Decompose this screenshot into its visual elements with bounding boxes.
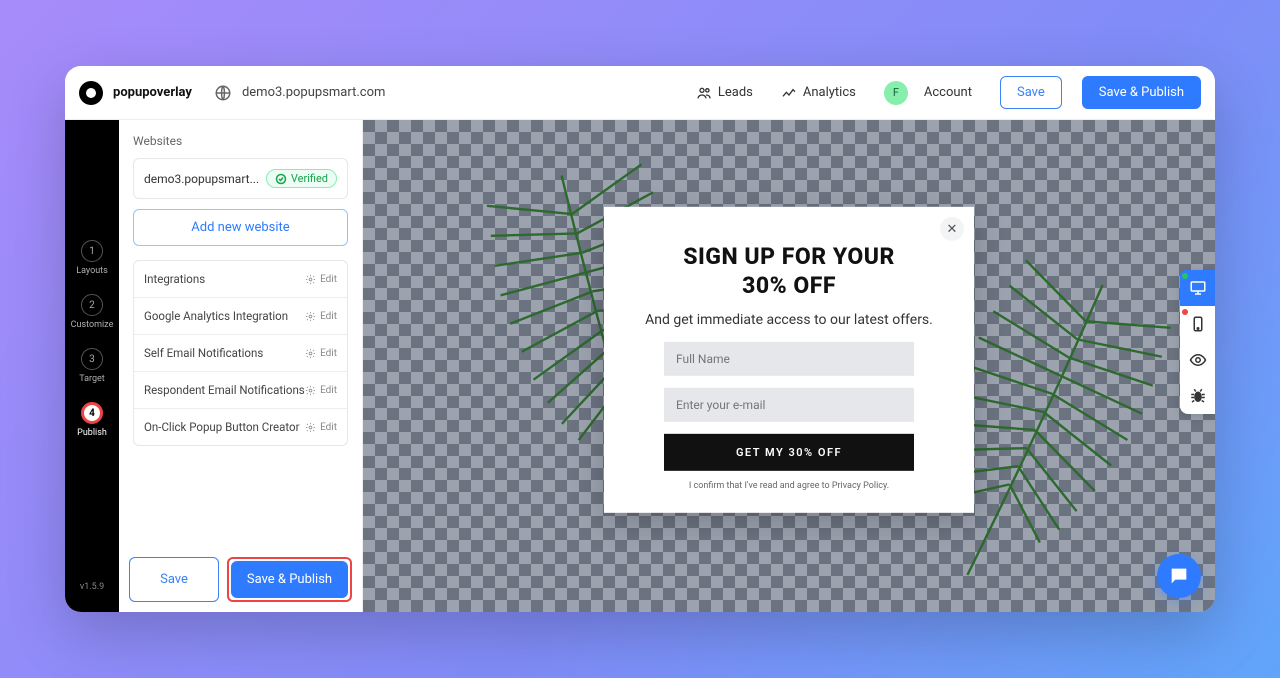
leads-icon [696,85,712,101]
add-website-button[interactable]: Add new website [133,209,348,246]
settings-self-email[interactable]: Self Email Notifications Edit [134,335,347,372]
verified-pill: Verified [266,169,337,188]
gear-icon [305,385,316,396]
save-button-top[interactable]: Save [1000,76,1062,109]
preview-canvas: ✕ SIGN UP FOR YOUR 30% OFF And get immed… [363,120,1215,612]
eye-icon [1189,351,1207,369]
debug-button[interactable] [1180,378,1215,414]
analytics-icon [781,85,797,101]
step-rail: 1 Layouts 2 Customize 3 Target 4 Publish… [65,120,119,612]
desktop-preview-button[interactable] [1180,270,1215,306]
account-avatar[interactable]: F [884,81,908,105]
fullname-input[interactable] [664,342,914,376]
leads-link[interactable]: Leads [696,85,753,101]
save-button-bottom[interactable]: Save [129,557,219,602]
account-label[interactable]: Account [924,85,972,100]
globe-icon [214,84,232,102]
analytics-label: Analytics [803,85,856,100]
step-layouts[interactable]: 1 Layouts [76,240,108,276]
mobile-icon [1189,315,1207,333]
chat-launcher[interactable] [1157,554,1201,598]
popup-privacy-text: I confirm that I've read and agree to Pr… [634,481,944,491]
status-dot-inactive [1182,309,1188,315]
settings-ga[interactable]: Google Analytics Integration Edit [134,298,347,335]
mobile-preview-button[interactable] [1180,306,1215,342]
popup-close-button[interactable]: ✕ [940,217,964,241]
website-name: demo3.popupsmart... [144,172,259,186]
app-logo [79,81,103,105]
save-publish-button-top[interactable]: Save & Publish [1082,76,1201,109]
edit-link[interactable]: Edit [305,274,337,285]
analytics-link[interactable]: Analytics [781,85,856,101]
popup-subtitle: And get immediate access to our latest o… [634,310,944,330]
popup-preview: ✕ SIGN UP FOR YOUR 30% OFF And get immed… [604,207,974,513]
settings-respondent-email[interactable]: Respondent Email Notifications Edit [134,372,347,409]
preview-visibility-button[interactable] [1180,342,1215,378]
websites-heading: Websites [133,134,348,148]
side-panel: Websites demo3.popupsmart... Verified Ad… [119,120,363,612]
check-circle-icon [275,173,287,185]
website-row[interactable]: demo3.popupsmart... Verified [133,158,348,199]
popup-cta-button[interactable]: GET MY 30% OFF [664,434,914,471]
desktop-icon [1189,279,1207,297]
leads-label: Leads [718,85,753,100]
publish-highlight: Save & Publish [227,557,352,602]
edit-link[interactable]: Edit [305,422,337,433]
bug-icon [1189,387,1207,405]
step-customize[interactable]: 2 Customize [71,294,114,330]
email-input[interactable] [664,388,914,422]
top-bar: popupoverlay demo3.popupsmart.com Leads … [65,66,1215,120]
edit-link[interactable]: Edit [305,348,337,359]
save-publish-button-bottom[interactable]: Save & Publish [231,561,348,598]
step-publish[interactable]: 4 Publish [77,402,107,438]
device-toolbar [1180,270,1215,414]
settings-integrations[interactable]: Integrations Edit [134,261,347,298]
app-title: popupoverlay [113,85,192,100]
version-label: v1.5.9 [80,582,104,592]
gear-icon [305,274,316,285]
edit-link[interactable]: Edit [305,385,337,396]
edit-link[interactable]: Edit [305,311,337,322]
step-target[interactable]: 3 Target [79,348,105,384]
settings-onclick-creator[interactable]: On-Click Popup Button Creator Edit [134,409,347,445]
gear-icon [305,422,316,433]
popup-title: SIGN UP FOR YOUR 30% OFF [634,243,944,300]
panel-footer: Save Save & Publish [119,547,362,612]
chat-icon [1168,565,1190,587]
settings-list: Integrations Edit Google Analytics Integ… [133,260,348,446]
gear-icon [305,311,316,322]
current-domain: demo3.popupsmart.com [242,85,385,100]
status-dot-active [1182,273,1188,279]
gear-icon [305,348,316,359]
